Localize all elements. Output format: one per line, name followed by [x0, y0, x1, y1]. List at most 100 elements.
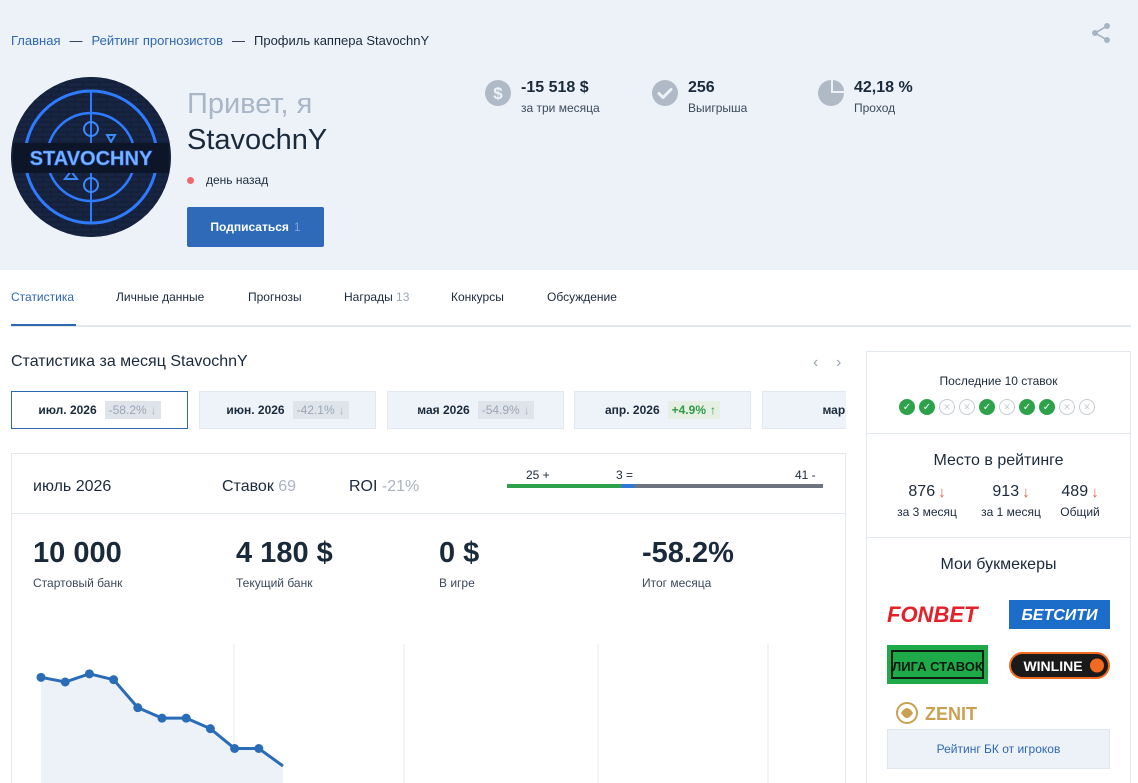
- chart-point[interactable]: [84, 669, 94, 679]
- tab-personal-data[interactable]: Личные данные: [116, 290, 204, 304]
- chart-point[interactable]: [157, 713, 167, 723]
- chart-point[interactable]: [109, 675, 119, 685]
- chart-point[interactable]: [60, 677, 70, 687]
- breadcrumb-home-link[interactable]: Главная: [11, 33, 60, 48]
- month-card[interactable]: апр. 2026 +4.9% ↑: [574, 391, 751, 429]
- winline-logo[interactable]: WINLINE: [1009, 652, 1110, 679]
- tab-contests[interactable]: Конкурсы: [451, 290, 504, 304]
- avatar[interactable]: STAVOCHNY: [11, 77, 171, 237]
- month-card[interactable]: июл. 2026 -58.2% ↓: [11, 391, 188, 429]
- bookmaker-rating-button[interactable]: Рейтинг БК от игроков: [887, 729, 1110, 769]
- month-pct-badge: -58.2% ↓: [104, 401, 161, 419]
- svg-text:ЛИГА СТАВОК: ЛИГА СТАВОК: [892, 659, 983, 674]
- win-check-icon: ✓: [979, 399, 995, 415]
- fonbet-logo[interactable]: FONBET: [887, 600, 989, 628]
- loss-cross-icon: ✕: [939, 399, 955, 415]
- last10-title: Последние 10 ставок: [939, 374, 1058, 388]
- month-panel-header: июль 2026 Ставок 69 ROI -21% 25 + 3 = 41…: [12, 454, 845, 514]
- panel-roi: ROI -21%: [349, 478, 420, 495]
- metric-start-bank: 10 000 Стартовый банк: [33, 537, 123, 590]
- liga-stavok-logo[interactable]: ЛИГА СТАВОК: [887, 645, 988, 684]
- draw-segment: [621, 484, 636, 488]
- svg-text:ZENIT: ZENIT: [925, 704, 977, 724]
- breadcrumb-current: Профиль каппера StavochnY: [254, 33, 430, 48]
- win-check-icon: ✓: [899, 399, 915, 415]
- profile-tabs: Статистика Личные данные Прогнозы Наград…: [11, 270, 1131, 327]
- month-stats-panel: июль 2026 Ставок 69 ROI -21% 25 + 3 = 41…: [11, 453, 846, 783]
- betcity-logo[interactable]: БЕТСИТИ: [1009, 600, 1110, 629]
- header-stat-wins: 256 Выигрыша: [652, 78, 747, 115]
- arrow-down-icon: ↓: [523, 403, 530, 417]
- tab-statistics[interactable]: Статистика: [11, 290, 74, 304]
- bank-line-chart: [36, 644, 769, 783]
- breadcrumb-separator: —: [232, 33, 245, 48]
- last-seen: день назад: [187, 173, 268, 187]
- metric-month-result: -58.2% Итог месяца: [642, 537, 734, 590]
- sidebar-card: Последние 10 ставок ✓ ✓ ✕ ✕ ✓ ✕ ✓ ✓ ✕ ✕ Место в р…: [866, 351, 1131, 783]
- divider: [867, 433, 1130, 434]
- profit-value: -15 518 $: [521, 79, 589, 96]
- greeting-text: Привет, я: [187, 88, 313, 120]
- awards-count: 13: [396, 290, 410, 304]
- share-icon[interactable]: [1090, 22, 1112, 44]
- chart-point[interactable]: [181, 713, 191, 723]
- loss-cross-icon: ✕: [959, 399, 975, 415]
- month-selector: июл. 2026 -58.2% ↓ июн. 2026 -42.1% ↓ мая …: [11, 391, 846, 429]
- svg-text:$: $: [493, 84, 503, 103]
- chart-point[interactable]: [230, 744, 240, 753]
- breadcrumb: Главная — Рейтинг прогнозистов — Профиль…: [11, 33, 429, 48]
- active-tab-indicator: [11, 324, 76, 326]
- header-stat-profit: $ -15 518 $ за три месяца: [485, 78, 600, 115]
- tab-discussion[interactable]: Обсуждение: [547, 290, 617, 304]
- metric-in-play: 0 $ В игре: [439, 537, 480, 590]
- chart-point[interactable]: [205, 724, 215, 734]
- month-card[interactable]: мая 2026 -54.9% ↓: [387, 391, 564, 429]
- arrow-down-icon: ↓: [1091, 483, 1099, 501]
- wins-label: Выигрыша: [688, 101, 748, 115]
- subscribe-label: Подписаться: [210, 220, 289, 234]
- chart-point[interactable]: [254, 744, 264, 753]
- status-dot-icon: [187, 176, 194, 184]
- subscribe-button[interactable]: Подписаться 1: [187, 207, 324, 247]
- win-check-icon: ✓: [1039, 399, 1055, 415]
- zenit-logo[interactable]: ZENIT: [895, 697, 985, 727]
- tab-awards[interactable]: Награды 13: [344, 290, 409, 304]
- last10-results: ✓ ✓ ✕ ✕ ✓ ✕ ✓ ✓ ✕ ✕: [899, 399, 1095, 415]
- month-card[interactable]: июн. 2026 -42.1% ↓: [199, 391, 376, 429]
- next-month-arrow-icon[interactable]: ›: [836, 354, 841, 372]
- win-draw-loss-bar: [507, 484, 823, 488]
- breadcrumb-rating-link[interactable]: Рейтинг прогнозистов: [91, 33, 223, 48]
- chart-area: [41, 673, 283, 783]
- loss-cross-icon: ✕: [1079, 399, 1095, 415]
- tab-predictions[interactable]: Прогнозы: [248, 290, 302, 304]
- draws-count-label: 3 =: [616, 468, 634, 482]
- arrow-up-icon: ↑: [709, 403, 716, 417]
- rank-3-months: 876 ↓ за 3 месяц: [897, 483, 957, 519]
- chart-point[interactable]: [133, 703, 143, 713]
- panel-bets: Ставок 69: [222, 478, 297, 495]
- month-pct-badge: -42.1% ↓: [292, 401, 349, 419]
- profit-label: за три месяца: [521, 101, 600, 115]
- losses-count-label: 41 -: [795, 468, 816, 482]
- ranking-title: Место в рейтинге: [933, 452, 1064, 469]
- arrow-down-icon: ↓: [1022, 483, 1030, 501]
- prev-month-arrow-icon[interactable]: ‹: [813, 354, 818, 372]
- bookmakers-title: Мои букмекеры: [940, 556, 1057, 573]
- arrow-down-icon: ↓: [938, 483, 946, 501]
- loss-cross-icon: ✕: [1059, 399, 1075, 415]
- passrate-value: 42,18 %: [854, 79, 913, 96]
- profile-header: Главная — Рейтинг прогнозистов — Профиль…: [0, 0, 1138, 270]
- svg-text:БЕТСИТИ: БЕТСИТИ: [1021, 607, 1098, 624]
- month-card[interactable]: мар. 2026: [762, 391, 846, 429]
- svg-text:STAVOCHNY: STAVOCHNY: [30, 148, 153, 170]
- win-segment: [507, 484, 622, 488]
- loss-cross-icon: ✕: [999, 399, 1015, 415]
- header-stat-passrate: 42,18 % Проход: [818, 78, 913, 115]
- username: StavochnY: [187, 124, 328, 156]
- wins-value: 256: [688, 79, 715, 96]
- dollar-icon: $: [485, 80, 511, 106]
- avatar-logo-icon: STAVOCHNY: [11, 77, 171, 237]
- wins-count-label: 25 +: [526, 468, 550, 482]
- arrow-down-icon: ↓: [150, 403, 157, 417]
- chart-point[interactable]: [36, 672, 46, 682]
